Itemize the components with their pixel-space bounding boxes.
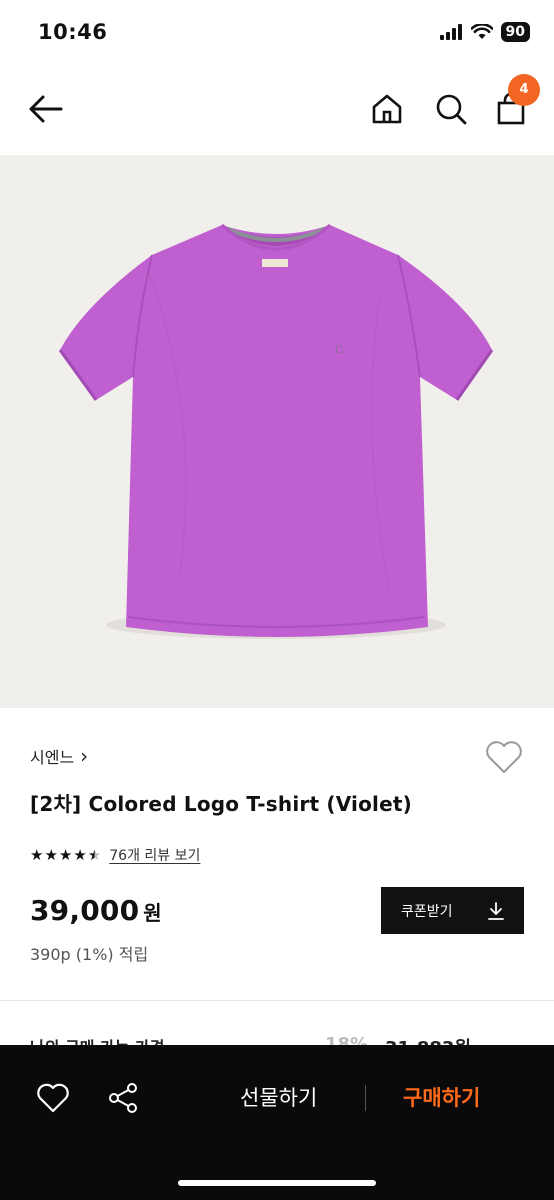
- button-separator: [365, 1085, 366, 1111]
- bottom-action-bar: 선물하기 구매하기: [0, 1045, 554, 1200]
- heart-icon[interactable]: [36, 1081, 70, 1115]
- star-icon: ★: [73, 846, 87, 864]
- buy-button[interactable]: 구매하기: [403, 1082, 480, 1112]
- tshirt-image: C: [58, 223, 494, 639]
- price-unit: 원: [143, 901, 162, 925]
- review-link[interactable]: 76개 리뷰 보기: [109, 845, 200, 865]
- section-divider: [0, 1000, 554, 1001]
- home-indicator: [178, 1180, 376, 1186]
- points-info: 390p (1%) 적립: [30, 945, 149, 964]
- half-star-icon: ★: [87, 846, 102, 864]
- status-bar: 10:46 90: [0, 0, 554, 70]
- download-icon: [488, 901, 504, 920]
- brand-link[interactable]: 시엔느 ›: [30, 744, 88, 768]
- svg-text:C: C: [335, 343, 343, 356]
- status-time: 10:46: [38, 20, 108, 44]
- chevron-right-icon: ›: [80, 744, 89, 768]
- price: 39,000: [30, 894, 140, 927]
- back-arrow-icon[interactable]: [26, 92, 66, 126]
- coupon-button-label: 쿠폰받기: [401, 903, 453, 920]
- wifi-icon: [470, 24, 493, 39]
- cart-count-badge: 4: [508, 74, 540, 106]
- heart-icon[interactable]: [484, 738, 524, 776]
- brand-name: 시엔느: [30, 748, 75, 767]
- share-icon[interactable]: [106, 1081, 140, 1115]
- rating-row: ★ ★ ★ ★ ★ 76개 리뷰 보기: [30, 845, 200, 865]
- star-icon: ★: [58, 846, 73, 864]
- gift-button[interactable]: 선물하기: [240, 1082, 317, 1112]
- search-icon[interactable]: [432, 90, 470, 128]
- price-row: 39,000 원: [30, 894, 162, 927]
- star-rating: ★ ★ ★ ★ ★: [30, 846, 101, 864]
- coupon-button[interactable]: 쿠폰받기: [381, 887, 524, 934]
- battery-indicator: 90: [500, 22, 530, 42]
- home-icon[interactable]: [368, 90, 406, 128]
- signal-icon: [439, 24, 462, 40]
- product-image[interactable]: C: [0, 155, 554, 708]
- star-icon: ★: [44, 846, 58, 864]
- status-icons: 90: [439, 22, 530, 42]
- product-title: [2차] Colored Logo T-shirt (Violet): [30, 792, 412, 816]
- nav-bar: [0, 78, 554, 140]
- star-icon: ★: [30, 846, 44, 864]
